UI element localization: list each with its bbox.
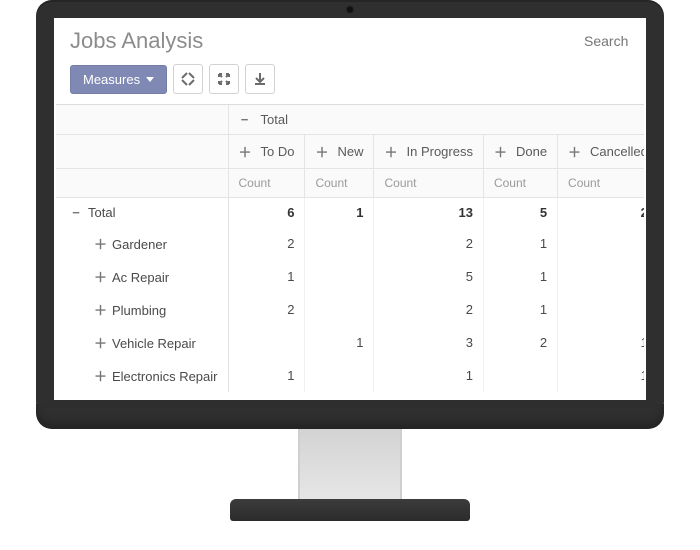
monitor-frame: Jobs Analysis Measures (36, 0, 664, 540)
expand-icon: ＋ (384, 142, 396, 161)
download-icon-button[interactable] (245, 64, 275, 94)
corner-cell (56, 105, 228, 135)
fullscreen-icon (217, 72, 231, 86)
col-header-inprogress[interactable]: ＋In Progress (374, 135, 483, 169)
expand-icon: ＋ (94, 333, 106, 352)
monitor-base (230, 499, 470, 521)
search-input[interactable] (582, 32, 630, 50)
table-row: ＋Plumbing 2215 (56, 293, 646, 326)
measures-button[interactable]: Measures (70, 65, 167, 94)
expand-icon: ＋ (94, 234, 106, 253)
row-header[interactable]: ＋Ac Repair (56, 260, 228, 293)
row-header[interactable]: ＋Vehicle Repair (56, 326, 228, 359)
expand-icon: ＋ (568, 142, 580, 161)
collapse-icon: − (70, 205, 82, 220)
caret-down-icon (146, 77, 154, 82)
screen: Jobs Analysis Measures (54, 18, 646, 400)
table-row: ＋Vehicle Repair 13217 (56, 326, 646, 359)
toolbar: Measures (56, 54, 644, 105)
total-row: −Total 6 1 13 5 2 27 (56, 198, 646, 228)
collapse-icon: − (239, 112, 251, 127)
expand-icon (181, 72, 195, 86)
monitor-chin (36, 404, 664, 429)
col-header-cancelled[interactable]: ＋Cancelled (558, 135, 646, 169)
col-super-header[interactable]: −Total (228, 105, 646, 135)
column-headers-row: ＋To Do ＋New ＋In Progress ＋Done ＋Cancelle… (56, 135, 646, 169)
row-header[interactable]: ＋Plumbing (56, 293, 228, 326)
fullscreen-icon-button[interactable] (209, 64, 239, 94)
metric-row: Count Count Count Count Count Count (56, 169, 646, 198)
table-row: ＋Electronics Repair 1113 (56, 359, 646, 392)
download-icon (253, 72, 267, 86)
measures-label: Measures (83, 72, 140, 87)
expand-icon: ＋ (94, 300, 106, 319)
page-title: Jobs Analysis (70, 28, 203, 54)
camera-dot (346, 5, 355, 14)
expand-icon-button[interactable] (173, 64, 203, 94)
col-header-new[interactable]: ＋New (305, 135, 374, 169)
row-header[interactable]: ＋Gardener (56, 227, 228, 260)
expand-icon: ＋ (494, 142, 506, 161)
total-row-header[interactable]: −Total (56, 198, 228, 228)
table-row: ＋Ac Repair 1517 (56, 260, 646, 293)
expand-icon: ＋ (94, 267, 106, 286)
row-header[interactable]: ＋Electronics Repair (56, 359, 228, 392)
expand-icon: ＋ (94, 366, 106, 385)
monitor-bezel: Jobs Analysis Measures (36, 0, 664, 418)
expand-icon: ＋ (239, 142, 251, 161)
pivot-table: −Total ＋To Do ＋New ＋In Progress ＋Done ＋C… (56, 105, 646, 392)
monitor-neck (298, 429, 402, 499)
col-header-todo[interactable]: ＋To Do (228, 135, 305, 169)
table-row: ＋Gardener 2215 (56, 227, 646, 260)
expand-icon: ＋ (315, 142, 327, 161)
col-header-done[interactable]: ＋Done (483, 135, 557, 169)
